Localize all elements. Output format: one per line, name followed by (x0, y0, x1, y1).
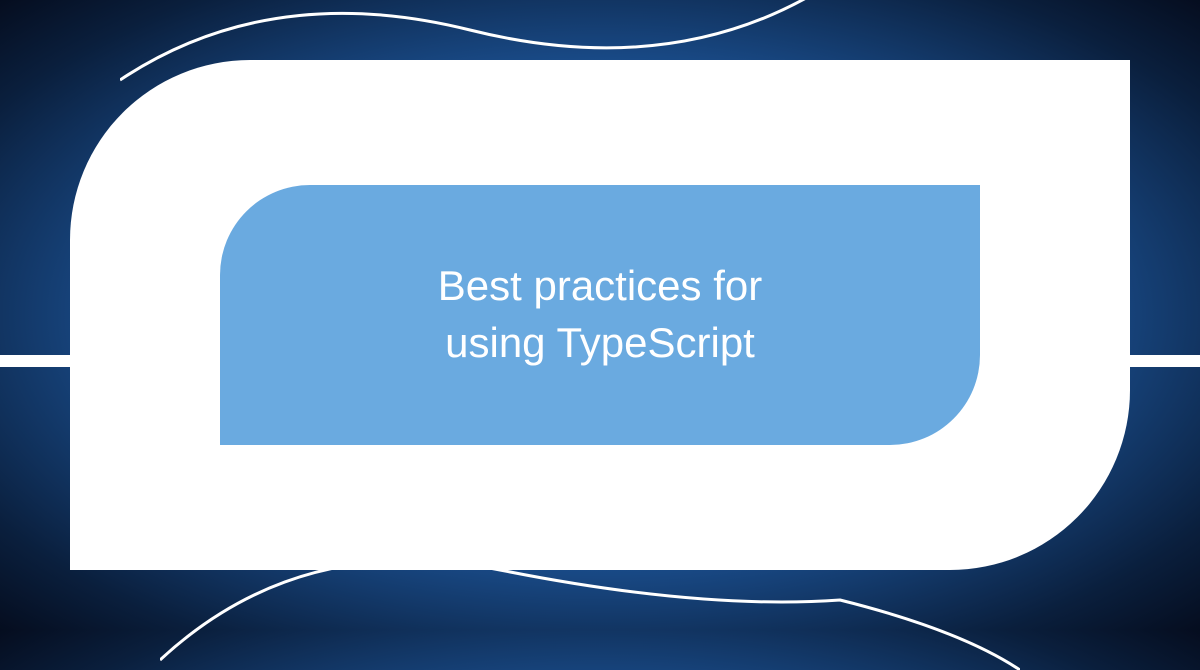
title-line-1: Best practices for (438, 262, 762, 309)
title-line-2: using TypeScript (445, 319, 755, 366)
page-title: Best practices for using TypeScript (398, 258, 802, 371)
inner-title-panel: Best practices for using TypeScript (220, 185, 980, 445)
